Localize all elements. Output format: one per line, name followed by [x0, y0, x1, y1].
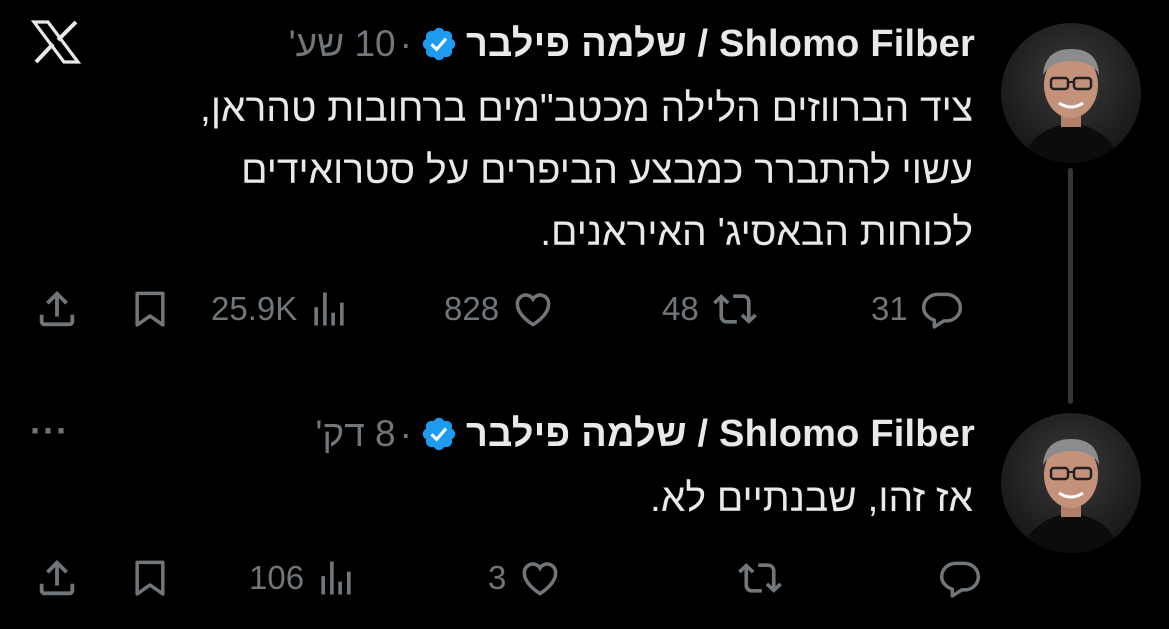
- tweet-text: אז זהו, שבנתיים לא.: [650, 468, 973, 530]
- share-button[interactable]: [34, 553, 80, 603]
- tweet-text-line: ציד הברווזים הלילה מכטב"מים ברחובות טהרא…: [200, 87, 973, 130]
- reply-icon: [918, 287, 966, 331]
- author-name[interactable]: Shlomo Filber / שלמה פילבר: [466, 413, 975, 456]
- retweet-count: 48: [662, 290, 699, 327]
- retweet-icon: [709, 287, 761, 331]
- share-icon: [34, 555, 80, 601]
- tweet-text-line: לכוחות הבאסיג' האיראנים.: [540, 211, 973, 254]
- retweet-button[interactable]: [724, 553, 786, 603]
- separator: ·: [399, 413, 412, 454]
- views-button[interactable]: 25.9K: [211, 284, 351, 334]
- views-count: 25.9K: [211, 290, 298, 327]
- analytics-icon: [307, 287, 351, 331]
- tweet-text-line: עשוי להתברר כמבצע הביפרים על סטרואידים: [241, 149, 973, 192]
- like-button[interactable]: 3: [488, 553, 564, 603]
- tweet-text: ציד הברווזים הלילה מכטב"מים ברחובות טהרא…: [200, 78, 973, 264]
- more-options-button[interactable]: ···: [30, 410, 69, 452]
- share-icon: [34, 286, 80, 332]
- bookmark-button[interactable]: [128, 284, 172, 334]
- reply-button[interactable]: 31: [871, 284, 966, 334]
- tweet-text-line: אז זהו, שבנתיים לא.: [650, 477, 973, 520]
- like-count: 828: [444, 290, 500, 327]
- reply-icon: [936, 556, 984, 600]
- avatar[interactable]: [1001, 23, 1141, 163]
- x-logo-icon[interactable]: [30, 18, 82, 66]
- bookmark-icon: [128, 287, 172, 331]
- retweet-icon: [734, 556, 786, 600]
- analytics-icon: [314, 556, 358, 600]
- reply-count: 31: [871, 290, 908, 327]
- verified-badge-icon: [420, 415, 458, 453]
- share-button[interactable]: [34, 284, 80, 334]
- reply-button[interactable]: [926, 553, 984, 603]
- bookmark-icon: [128, 556, 172, 600]
- avatar[interactable]: [1001, 413, 1141, 553]
- like-count: 3: [488, 559, 507, 596]
- views-button[interactable]: 106: [249, 553, 358, 603]
- bookmark-button[interactable]: [128, 553, 172, 603]
- more-icon: ···: [30, 410, 69, 451]
- heart-icon: [516, 556, 564, 600]
- heart-icon: [509, 287, 557, 331]
- tweet-header: Shlomo Filber / שלמה פילבר · 8 דק': [315, 408, 975, 460]
- retweet-button[interactable]: 48: [662, 284, 761, 334]
- author-name[interactable]: Shlomo Filber / שלמה פילבר: [466, 23, 975, 66]
- tweet-header: Shlomo Filber / שלמה פילבר · 10 שע': [289, 18, 975, 70]
- views-count: 106: [249, 559, 305, 596]
- timestamp[interactable]: 10 שע': [289, 23, 396, 65]
- timestamp[interactable]: 8 דק': [315, 413, 395, 455]
- thread-connector-line: [1068, 168, 1073, 404]
- like-button[interactable]: 828: [444, 284, 557, 334]
- verified-badge-icon: [420, 25, 458, 63]
- separator: ·: [399, 23, 412, 64]
